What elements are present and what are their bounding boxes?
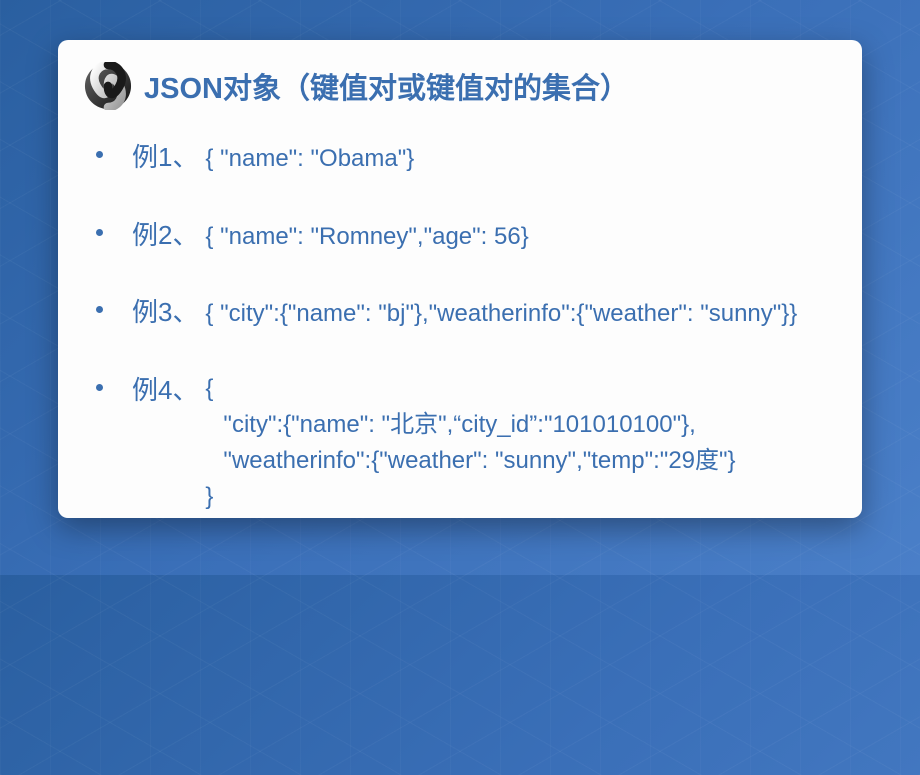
bullet-icon — [96, 384, 103, 391]
code-line: "weatherinfo":{"weather": "sunny","temp"… — [205, 443, 735, 479]
list-item: 例3、 { "city":{"name": "bj"},"weatherinfo… — [92, 293, 832, 333]
close-brace: } — [205, 479, 735, 515]
list-item: 例2、 { "name": "Romney","age": 56} — [92, 216, 832, 256]
example-label: 例3、 — [132, 297, 198, 327]
example-label: 例2、 — [132, 220, 198, 250]
list-item: 例1、 { "name": "Obama"} — [92, 138, 832, 178]
json-logo-icon — [84, 62, 132, 110]
code-line: "city":{"name": "北京",“city_id”:"10101010… — [205, 407, 735, 443]
bullet-icon — [96, 151, 103, 158]
example-code: { "name": "Romney","age": 56} — [205, 223, 528, 250]
open-brace: { — [205, 371, 735, 407]
example-code: { "city":{"name": "bj"},"weatherinfo":{"… — [205, 300, 797, 327]
title-row: JSON对象（键值对或键值对的集合） — [84, 62, 832, 110]
example-label: 例1、 — [132, 142, 198, 172]
example-code-block: { "city":{"name": "北京",“city_id”:"101010… — [205, 371, 735, 515]
bullet-icon — [96, 229, 103, 236]
examples-list: 例1、 { "name": "Obama"} 例2、 { "name": "Ro… — [84, 138, 832, 515]
list-item: 例4、 { "city":{"name": "北京",“city_id”:"10… — [92, 371, 832, 515]
example-label: 例4、 — [132, 375, 198, 405]
bullet-icon — [96, 306, 103, 313]
slide-title: JSON对象（键值对或键值对的集合） — [144, 65, 629, 107]
content-card: JSON对象（键值对或键值对的集合） 例1、 { "name": "Obama"… — [58, 40, 862, 518]
example-code: { "name": "Obama"} — [205, 145, 414, 172]
